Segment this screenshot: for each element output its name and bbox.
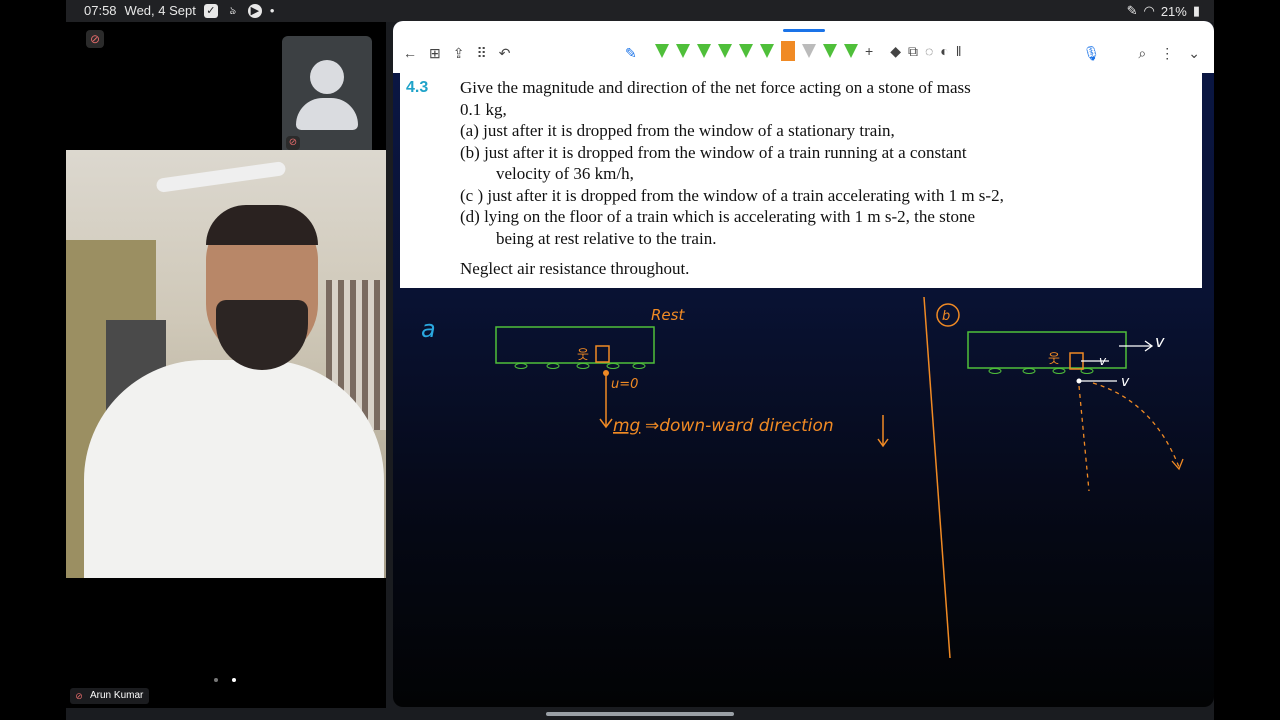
signal-icon: ▮	[1192, 3, 1200, 18]
pen-icon: ✎	[1126, 3, 1138, 18]
wheel	[576, 363, 590, 369]
status-bar: 07:58 Wed, 4 Sept ✓ ঌ ▶ • ✎ ◠ 21% ▮	[66, 0, 1214, 22]
notes-window[interactable]: ← ⊞ ⇪ ⠿ ↶ ✎ + ◆ ⧉ ◌ ◐ ‖ 🎙 ⌕ ⋮ ⌄ 4.3 Give…	[393, 21, 1214, 707]
app-icon: ঌ	[229, 4, 237, 17]
status-right: ✎ ◠ 21% ▮	[1127, 3, 1200, 19]
play-icon: ▶	[247, 3, 262, 18]
person-sketch-icon: 웃	[1048, 352, 1060, 367]
status-left: 07:58 Wed, 4 Sept ✓ ঌ ▶ •	[84, 3, 274, 18]
train-a-box	[495, 326, 655, 364]
self-view-tile[interactable]: ⊘	[282, 36, 372, 156]
wheel	[1022, 368, 1036, 374]
wheel	[606, 363, 620, 369]
person-shirt	[84, 360, 384, 578]
vertical-dashed-path	[1078, 385, 1090, 492]
self-mic-off-icon: ⊘	[286, 136, 300, 150]
check-icon: ✓	[203, 3, 218, 18]
home-indicator[interactable]	[546, 712, 734, 716]
wifi-icon: ◠	[1143, 3, 1155, 18]
avatar-icon	[310, 60, 344, 94]
train-v-label: v	[1155, 332, 1165, 351]
wheel	[514, 363, 528, 369]
meeting-panel: ⊘ ⊘ ⊘ Arun Kumar	[66, 22, 386, 708]
battery-level: 21%	[1160, 3, 1187, 19]
stone-v-label: v	[1121, 374, 1130, 390]
wheel	[632, 363, 646, 369]
wheel	[1052, 368, 1066, 374]
avatar-body	[296, 98, 358, 130]
ceiling-fan	[155, 161, 287, 193]
participant-name: Arun Kumar	[90, 690, 144, 701]
status-date: Wed, 4 Sept	[124, 3, 196, 18]
participant-name-tag: ⊘ Arun Kumar	[70, 688, 150, 704]
page-dot-2[interactable]	[232, 678, 236, 682]
rest-label: Rest	[651, 306, 685, 324]
part-b-label: b	[942, 309, 950, 324]
person-hair	[206, 205, 318, 245]
u-zero-label: u=0	[611, 377, 638, 392]
mg-label: mg	[613, 416, 641, 436]
status-time: 07:58	[84, 3, 117, 18]
divider-line	[923, 296, 951, 659]
person-sketch-icon: 웃	[577, 348, 589, 363]
wheel	[988, 368, 1002, 374]
direction-label: ⇒down-ward direction	[645, 416, 834, 436]
name-mic-off-icon: ⊘	[75, 691, 83, 701]
dot-icon: •	[269, 3, 275, 18]
page-dot-1[interactable]	[214, 678, 218, 682]
projectile-dashed-path	[1092, 382, 1180, 468]
ink-canvas[interactable]: a Rest 웃 u=0 mg ⇒down-ward direction b 웃…	[393, 21, 1214, 707]
inner-v-label: v	[1099, 354, 1107, 368]
wheel	[546, 363, 560, 369]
window-box	[595, 345, 610, 363]
participant-video[interactable]	[66, 150, 386, 578]
mic-off-icon[interactable]: ⊘	[86, 30, 104, 48]
part-a-label: a	[421, 315, 436, 343]
